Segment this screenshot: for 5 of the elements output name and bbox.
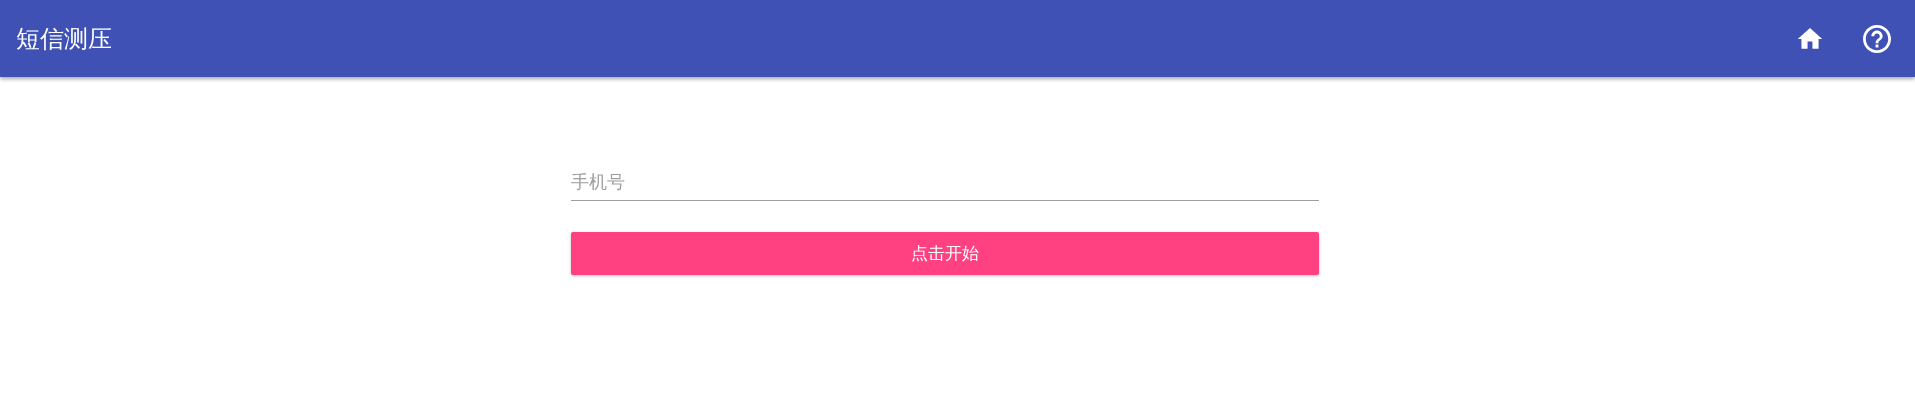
start-button[interactable]: 点击开始: [570, 232, 1319, 275]
app-title: 短信测压: [16, 23, 113, 55]
phone-input-field[interactable]: 手机号: [570, 163, 1319, 201]
home-icon: [1797, 27, 1823, 50]
help-icon: [1863, 24, 1891, 53]
